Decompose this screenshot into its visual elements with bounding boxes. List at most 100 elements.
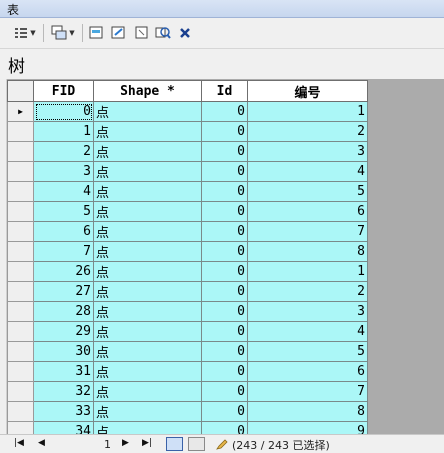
attribute-table-grid[interactable]: FID Shape * Id 编号 ▶ 0 点 0 1 1 点 0 2 2 点 … [0,79,444,434]
cell-id[interactable]: 0 [201,321,248,342]
cell-number[interactable]: 4 [247,161,368,182]
row-selector[interactable] [7,401,34,422]
cell-number[interactable]: 6 [247,201,368,222]
row-selector[interactable] [7,381,34,402]
select-all-header[interactable] [7,80,34,102]
table-row[interactable]: 1 点 0 2 [7,121,368,142]
cell-id[interactable]: 0 [201,181,248,202]
cell-shape[interactable]: 点 [93,161,202,182]
cell-fid[interactable]: 2 [33,141,94,162]
cell-id[interactable]: 0 [201,101,248,122]
cell-fid[interactable]: 33 [33,401,94,422]
table-options-button[interactable]: ▼ [10,24,40,42]
cell-number[interactable]: 3 [247,141,368,162]
current-record-field[interactable]: 1 [104,438,111,451]
show-selected-records-button[interactable] [188,437,205,451]
cell-fid[interactable]: 0 [33,101,94,122]
cell-id[interactable]: 0 [201,421,248,434]
cell-fid[interactable]: 7 [33,241,94,262]
cell-shape[interactable]: 点 [93,281,202,302]
cell-fid[interactable]: 1 [33,121,94,142]
row-selector[interactable] [7,321,34,342]
cell-number[interactable]: 7 [247,221,368,242]
cell-number[interactable]: 5 [247,181,368,202]
cell-id[interactable]: 0 [201,281,248,302]
cell-shape[interactable]: 点 [93,421,202,434]
cell-fid[interactable]: 30 [33,341,94,362]
cell-number[interactable]: 8 [247,241,368,262]
cell-fid[interactable]: 29 [33,321,94,342]
cell-number[interactable]: 2 [247,121,368,142]
related-tables-button[interactable]: ▼ [48,24,78,42]
cell-shape[interactable]: 点 [93,181,202,202]
row-selector[interactable] [7,261,34,282]
table-row[interactable]: ▶ 0 点 0 1 [7,101,368,122]
cell-id[interactable]: 0 [201,341,248,362]
row-selector[interactable] [7,121,34,142]
cell-id[interactable]: 0 [201,401,248,422]
cell-id[interactable]: 0 [201,241,248,262]
table-row[interactable]: 4 点 0 5 [7,181,368,202]
cell-number[interactable]: 7 [247,381,368,402]
cell-fid[interactable]: 31 [33,361,94,382]
zoom-to-selected-button[interactable] [154,24,172,42]
row-selector[interactable] [7,141,34,162]
cell-fid[interactable]: 3 [33,161,94,182]
previous-record-icon[interactable]: ◀ [38,438,45,448]
last-record-icon[interactable]: ▶| [142,438,152,448]
table-row[interactable]: 7 点 0 8 [7,241,368,262]
cell-number[interactable]: 2 [247,281,368,302]
cell-number[interactable]: 5 [247,341,368,362]
cell-shape[interactable]: 点 [93,141,202,162]
cell-id[interactable]: 0 [201,141,248,162]
cell-shape[interactable]: 点 [93,121,202,142]
row-selector[interactable] [7,201,34,222]
cell-id[interactable]: 0 [201,301,248,322]
cell-shape[interactable]: 点 [93,321,202,342]
cell-fid[interactable]: 32 [33,381,94,402]
row-selector[interactable] [7,421,34,434]
table-row[interactable]: 32 点 0 7 [7,381,368,402]
cell-shape[interactable]: 点 [93,221,202,242]
table-row[interactable]: 6 点 0 7 [7,221,368,242]
row-selector[interactable] [7,361,34,382]
cell-number[interactable]: 1 [247,261,368,282]
cell-fid[interactable]: 27 [33,281,94,302]
cell-id[interactable]: 0 [201,381,248,402]
table-row[interactable]: 31 点 0 6 [7,361,368,382]
cell-shape[interactable]: 点 [93,381,202,402]
column-header-id[interactable]: Id [201,80,248,102]
cell-number[interactable]: 1 [247,101,368,122]
cell-number[interactable]: 4 [247,321,368,342]
table-row[interactable]: 33 点 0 8 [7,401,368,422]
table-row[interactable]: 3 点 0 4 [7,161,368,182]
row-selector[interactable]: ▶ [7,101,34,122]
switch-selection-button[interactable] [110,24,128,42]
table-row[interactable]: 2 点 0 3 [7,141,368,162]
row-selector[interactable] [7,241,34,262]
cell-id[interactable]: 0 [201,161,248,182]
cell-id[interactable]: 0 [201,201,248,222]
cell-shape[interactable]: 点 [93,401,202,422]
cell-fid[interactable]: 6 [33,221,94,242]
cell-number[interactable]: 8 [247,401,368,422]
row-selector[interactable] [7,221,34,242]
table-row[interactable]: 5 点 0 6 [7,201,368,222]
first-record-icon[interactable]: |◀ [14,438,24,448]
delete-selected-button[interactable] [176,24,194,42]
clear-selection-button[interactable] [133,24,151,42]
cell-shape[interactable]: 点 [93,341,202,362]
cell-number[interactable]: 6 [247,361,368,382]
column-header-shape[interactable]: Shape * [93,80,202,102]
row-selector[interactable] [7,281,34,302]
cell-id[interactable]: 0 [201,121,248,142]
cell-shape[interactable]: 点 [93,241,202,262]
cell-number[interactable]: 3 [247,301,368,322]
cell-fid[interactable]: 28 [33,301,94,322]
table-row[interactable]: 30 点 0 5 [7,341,368,362]
row-selector[interactable] [7,301,34,322]
cell-shape[interactable]: 点 [93,261,202,282]
cell-number[interactable]: 9 [247,421,368,434]
cell-shape[interactable]: 点 [93,361,202,382]
column-header-number[interactable]: 编号 [247,80,368,102]
